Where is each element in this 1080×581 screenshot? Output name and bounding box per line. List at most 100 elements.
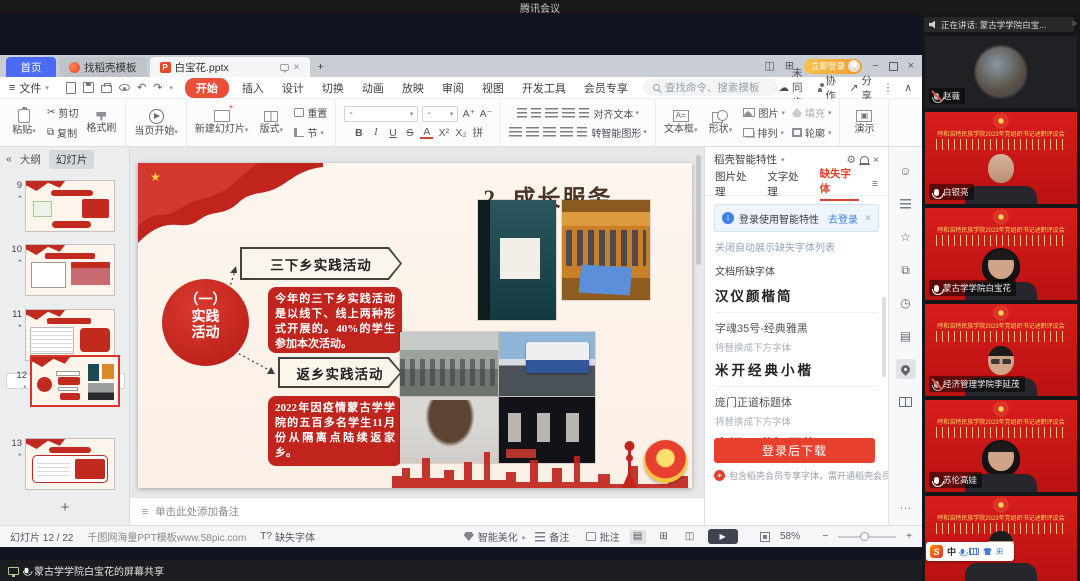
play-options-icon[interactable]: · [748, 533, 750, 540]
share-button[interactable]: ↗分享 [850, 73, 872, 103]
ime-lang-toggle[interactable]: 中 [947, 545, 956, 558]
collapse-ribbon-icon[interactable]: ∧ [904, 82, 912, 94]
align-right-icon[interactable] [543, 127, 556, 137]
zoom-level[interactable]: 58% [780, 531, 800, 542]
menu-item-review[interactable]: 审阅 [433, 80, 473, 96]
video-tile-participant-4[interactable]: 呼和浩特民族学院2023年党组织书记述职评议会 经济管理学院李延茂 [925, 304, 1077, 396]
slide-thumbnail-12-selected[interactable]: 12٭ [6, 373, 125, 389]
practice-circle-shape[interactable]: （一） 实践 活动 [162, 279, 249, 366]
menu-item-slideshow[interactable]: 放映 [393, 80, 433, 96]
bullets-icon[interactable] [517, 108, 527, 118]
menu-item-insert[interactable]: 插入 [233, 80, 273, 96]
cut-button[interactable]: ✂剪切 [47, 105, 78, 120]
close-tab-icon[interactable]: × [294, 62, 300, 73]
sorter-view-icon[interactable]: ⊞ [656, 530, 672, 544]
chevron-down-icon[interactable]: ▾ [169, 84, 173, 92]
numbering-icon[interactable] [531, 108, 541, 118]
bold-button[interactable]: B [352, 126, 365, 140]
reset-button[interactable]: 重置 [294, 105, 327, 120]
align-text-button[interactable]: 对齐文本▾ [593, 106, 639, 121]
collaborate-button[interactable]: 协作 [818, 73, 839, 103]
layout-button[interactable]: 版式▾ [255, 111, 287, 135]
panel-menu-icon[interactable]: ≡ [872, 178, 878, 190]
panel-tab-missing-fonts[interactable]: 缺失字体 [820, 166, 859, 201]
photo-bus[interactable] [499, 332, 595, 396]
outline-button[interactable]: 轮廓▾ [792, 125, 832, 140]
preview-icon[interactable] [119, 84, 130, 91]
font-size-select[interactable]: -▾ [422, 106, 458, 122]
sogou-ime-bar[interactable]: S 中 ⊞ [926, 542, 1014, 561]
effects-star-icon[interactable]: ☆ [896, 227, 916, 247]
panel-tab-image[interactable]: 图片处理 [715, 169, 754, 199]
missing-fonts-status[interactable]: T?缺失字体 [260, 529, 315, 544]
strikethrough-button[interactable]: S [403, 126, 416, 140]
format-painter-button[interactable]: 格式刷 [85, 112, 117, 134]
present-button[interactable]: ▣演示 [848, 110, 880, 135]
arrow-label-sanxiaxiang[interactable]: 三下乡实践活动 [240, 247, 402, 280]
arrange-button[interactable]: 排列▾ [743, 125, 785, 140]
new-slide-button[interactable]: 新建幻灯片▾ [195, 110, 249, 135]
font-item[interactable]: 字魂35号-经典雅黑 将替换成下方字体 米开经典小楷 [715, 320, 878, 387]
phonetic-guide-button[interactable]: 拼 [471, 126, 484, 140]
text-direction-icon[interactable] [579, 108, 589, 118]
sticker-icon[interactable]: ☺ [896, 161, 916, 181]
menu-item-member[interactable]: 会员专享 [575, 80, 637, 96]
adjust-icon[interactable] [896, 194, 916, 214]
photo-luggage-crowd[interactable] [400, 332, 498, 396]
reader-view-icon[interactable] [896, 392, 916, 412]
panel-scrollbar[interactable] [882, 297, 886, 377]
go-login-link[interactable]: 去登录 [828, 211, 858, 226]
align-center-icon[interactable] [526, 127, 539, 137]
align-left-icon[interactable] [509, 127, 522, 137]
font-family-select[interactable]: -▾ [344, 106, 418, 122]
collapse-panel-icon[interactable]: « [6, 153, 12, 165]
menu-item-view[interactable]: 视图 [473, 80, 513, 96]
video-tile-participant-6[interactable]: 呼和浩特民族学院2023年党组织书记述职评议会 [925, 496, 1077, 581]
search-input[interactable]: 查找命令、搜索模板 [643, 79, 779, 96]
zoom-slider[interactable] [838, 536, 896, 538]
location-pin-icon[interactable] [896, 359, 916, 379]
textbox-button[interactable]: A=文本框▾ [664, 110, 698, 135]
zoom-slider-handle[interactable] [860, 532, 869, 541]
zoom-in-icon[interactable]: + [906, 531, 912, 542]
image-tools-icon[interactable]: ▤ [896, 326, 916, 346]
body-textbox-2[interactable]: 2022年因疫情蒙古学学院的五百多名学生11月份从隔离点陆续返家乡。 [268, 396, 402, 466]
zoom-options-icon[interactable]: · [810, 533, 812, 540]
close-banner-icon[interactable]: × [865, 213, 871, 224]
justify-icon[interactable] [560, 127, 573, 137]
subscript-button[interactable]: X₂ [454, 126, 467, 140]
ime-voice-icon[interactable] [961, 549, 965, 554]
red-flag-decoration[interactable]: ★ [138, 163, 323, 245]
zoom-out-icon[interactable]: − [822, 531, 828, 542]
new-tab-button[interactable]: + [310, 57, 332, 77]
download-after-login-button[interactable]: 登录后下载 [714, 438, 875, 463]
video-tile-participant-1[interactable]: 赵薇 [925, 36, 1077, 108]
new-doc-icon[interactable] [66, 82, 76, 94]
close-panel-icon[interactable]: × [873, 154, 879, 166]
shrink-font-button[interactable]: A⁻ [479, 107, 492, 121]
undo-icon[interactable]: ↶ [137, 81, 146, 94]
canvas-scrollbar[interactable] [696, 155, 701, 265]
paste-button[interactable]: 粘贴▾ [8, 109, 40, 136]
auto-hide-link[interactable]: 关闭自动展示缺失字体列表 [715, 239, 878, 254]
section-button[interactable]: 节▾ [294, 125, 327, 140]
more-menu-icon[interactable]: ⋮ [883, 82, 894, 94]
grow-font-button[interactable]: A⁺ [462, 107, 475, 121]
slide-thumbnail-11[interactable]: 11٭ [6, 309, 115, 361]
split-view-icon[interactable]: ◫ [764, 61, 774, 72]
menu-item-design[interactable]: 设计 [273, 80, 313, 96]
history-clock-icon[interactable]: ◷ [896, 293, 916, 313]
fill-button[interactable]: 填充▾ [792, 105, 832, 120]
file-menu[interactable]: ≡文件▾ [0, 80, 58, 96]
add-slide-button[interactable]: + [0, 499, 130, 516]
photo-certificate[interactable] [478, 200, 556, 320]
notes-area[interactable]: ≡ 单击此处添加备注 [130, 497, 704, 525]
league-emblem-badge[interactable]: ★ [644, 440, 687, 483]
comment-bubble-icon[interactable] [280, 64, 289, 71]
decrease-indent-icon[interactable] [545, 108, 558, 118]
duplicate-icon[interactable]: ⧉ [896, 260, 916, 280]
line-spacing-icon[interactable] [577, 127, 587, 137]
sogou-logo-icon[interactable]: S [930, 545, 943, 558]
to-smartart-button[interactable]: 转智能图形▾ [591, 125, 647, 140]
tab-docer-templates[interactable]: 找稻壳模板 [59, 57, 147, 77]
